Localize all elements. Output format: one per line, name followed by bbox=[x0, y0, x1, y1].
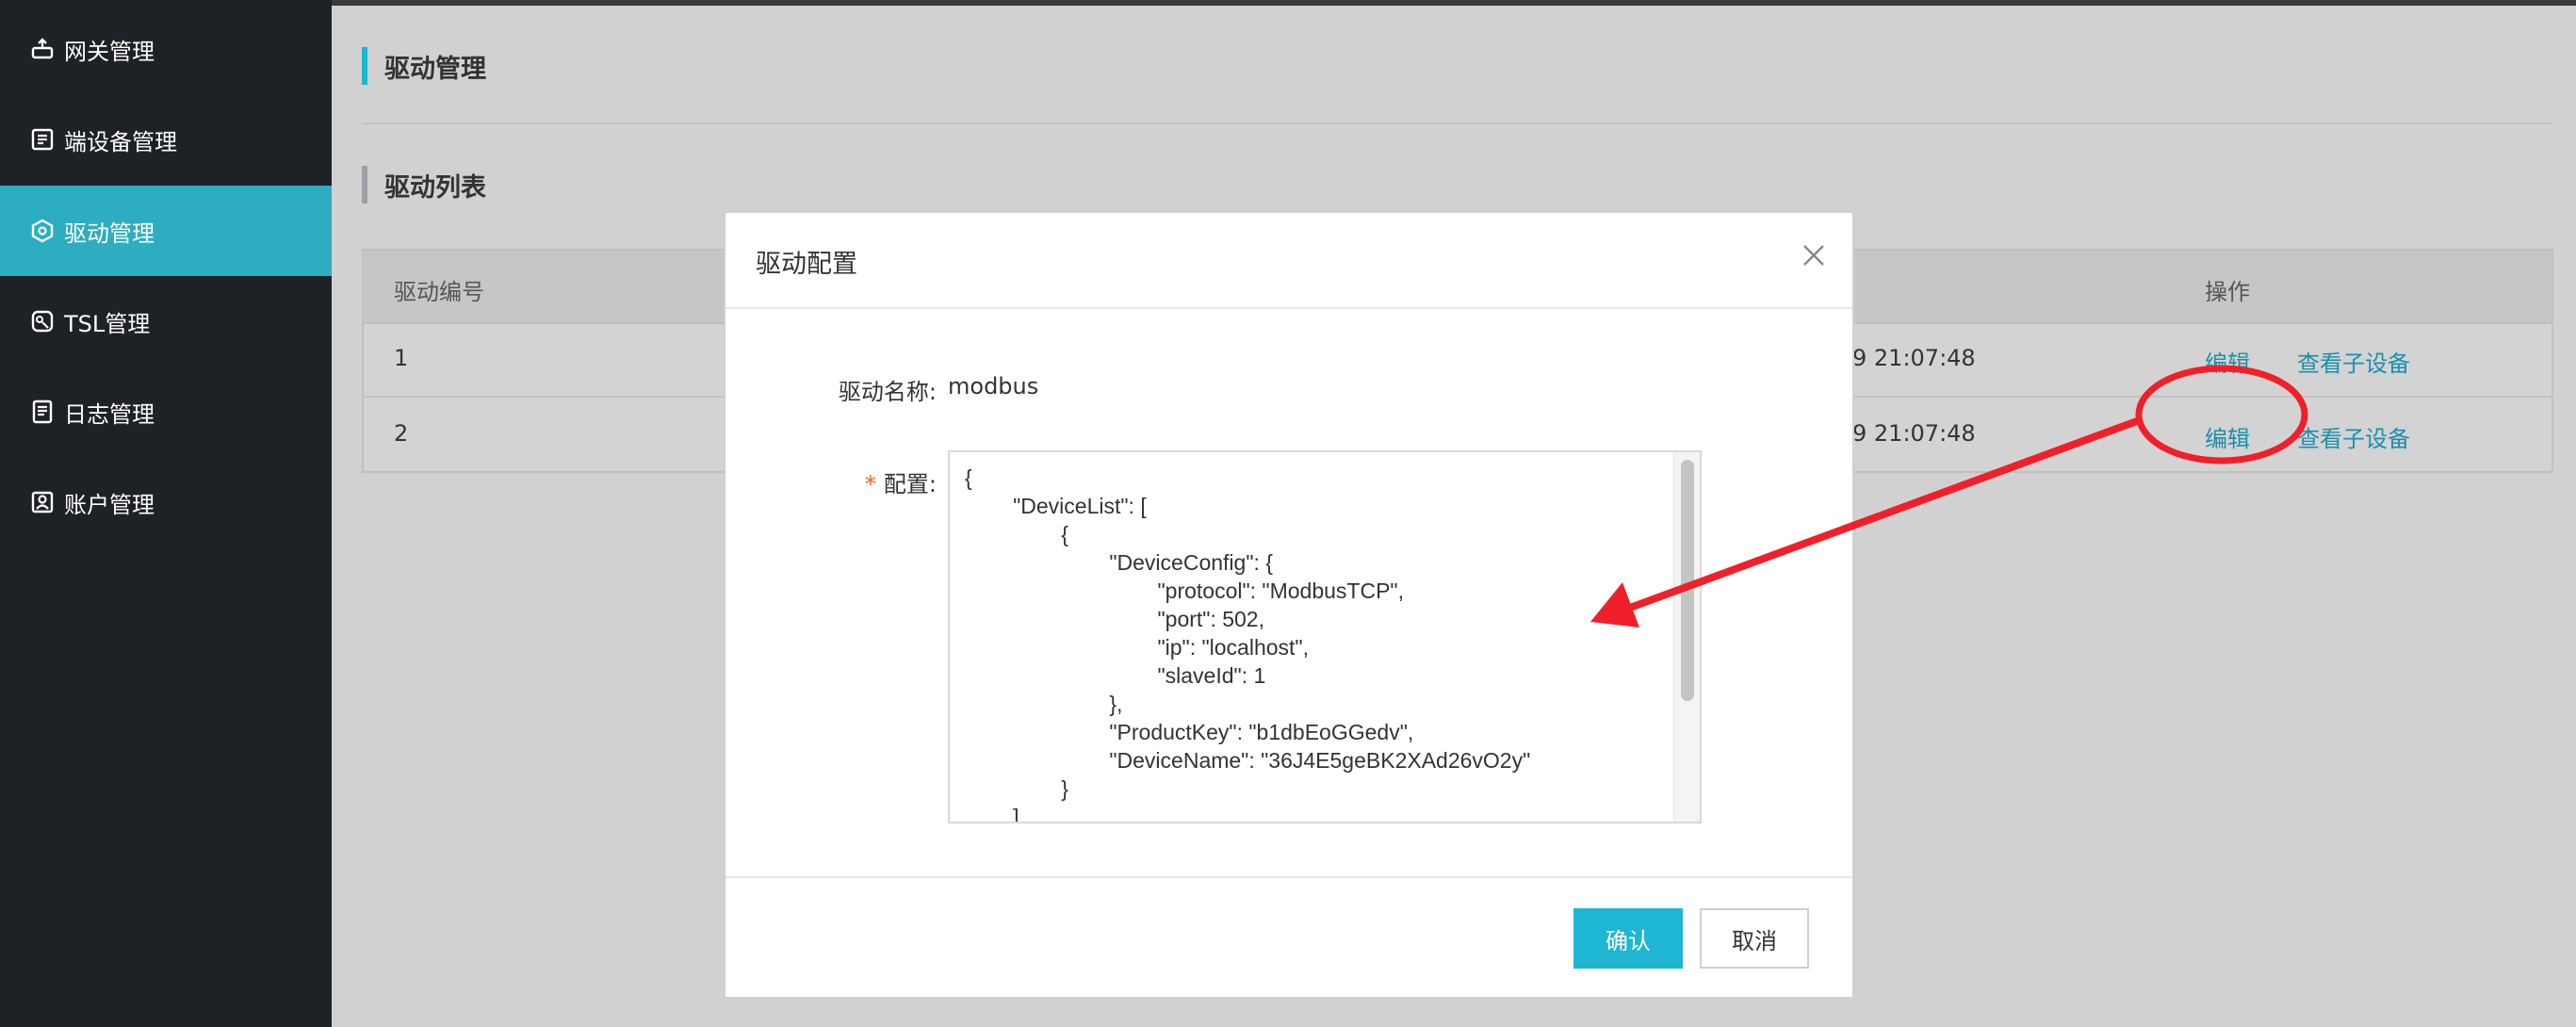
sidebar: 网关管理 端设备管理 驱动管理 TSL管理 日志管理 账户管理 bbox=[0, 0, 332, 1027]
sidebar-item-drivers[interactable]: 驱动管理 bbox=[0, 186, 332, 276]
driver-name-label: 驱动名称: bbox=[838, 379, 937, 405]
sidebar-item-label: 驱动管理 bbox=[64, 220, 155, 247]
config-textarea[interactable]: { "DeviceList": [ { "DeviceConfig": { "p… bbox=[948, 450, 1702, 823]
textarea-scrollbar[interactable] bbox=[1673, 452, 1700, 822]
title-accent-bar bbox=[362, 47, 367, 85]
sidebar-item-devices[interactable]: 端设备管理 bbox=[0, 94, 332, 185]
log-icon bbox=[30, 399, 55, 424]
dialog-header: 驱动配置 bbox=[726, 213, 1852, 309]
sidebar-item-label: 端设备管理 bbox=[64, 128, 177, 155]
sidebar-item-label: 日志管理 bbox=[64, 400, 155, 428]
header-divider bbox=[362, 122, 2553, 124]
sidebar-item-gateway[interactable]: 网关管理 bbox=[0, 4, 332, 94]
sidebar-item-label: 网关管理 bbox=[64, 38, 155, 65]
tsl-icon bbox=[30, 309, 55, 334]
driver-config-dialog: 驱动配置 驱动名称: modbus * 配置: { "DeviceList": [… bbox=[724, 211, 1854, 999]
cell-id: 1 bbox=[394, 345, 409, 371]
cell-time: 9 21:07:48 bbox=[1852, 345, 1976, 371]
config-label-text: 配置: bbox=[883, 471, 937, 497]
sidebar-item-tsl[interactable]: TSL管理 bbox=[0, 276, 332, 367]
cell-id: 2 bbox=[394, 420, 409, 447]
sidebar-item-label: TSL管理 bbox=[64, 310, 151, 337]
list-title-accent-bar bbox=[362, 166, 367, 204]
sidebar-item-logs[interactable]: 日志管理 bbox=[0, 367, 332, 457]
account-icon bbox=[30, 490, 55, 514]
list-title-text: 驱动列表 bbox=[384, 172, 486, 203]
view-subdevices-link[interactable]: 查看子设备 bbox=[2297, 345, 2410, 378]
config-json-text[interactable]: { "DeviceList": [ { "DeviceConfig": { "p… bbox=[965, 464, 1662, 822]
scrollbar-thumb[interactable] bbox=[1681, 460, 1694, 701]
confirm-button[interactable]: 确认 bbox=[1573, 908, 1683, 969]
driver-icon bbox=[30, 219, 55, 243]
device-list-icon bbox=[30, 127, 55, 152]
edit-link[interactable]: 编辑 bbox=[2205, 345, 2250, 378]
edit-link[interactable]: 编辑 bbox=[2205, 420, 2250, 453]
close-icon[interactable] bbox=[1800, 241, 1828, 269]
dialog-footer-divider bbox=[726, 876, 1852, 878]
page-title: 驱动管理 bbox=[362, 47, 486, 85]
list-title: 驱动列表 bbox=[362, 166, 486, 204]
config-label: * 配置: bbox=[805, 465, 937, 498]
column-header-id: 驱动编号 bbox=[394, 279, 484, 305]
sidebar-item-accounts[interactable]: 账户管理 bbox=[0, 457, 332, 547]
cancel-button[interactable]: 取消 bbox=[1700, 908, 1809, 969]
view-subdevices-link[interactable]: 查看子设备 bbox=[2297, 420, 2410, 453]
dialog-title: 驱动配置 bbox=[756, 250, 857, 279]
column-header-actions: 操作 bbox=[2205, 279, 2250, 305]
driver-name-value: modbus bbox=[948, 373, 1039, 399]
page-title-text: 驱动管理 bbox=[384, 54, 486, 84]
gateway-icon bbox=[30, 37, 55, 61]
sidebar-item-label: 账户管理 bbox=[64, 491, 155, 518]
required-mark: * bbox=[864, 471, 876, 497]
cell-time: 9 21:07:48 bbox=[1852, 420, 1976, 447]
